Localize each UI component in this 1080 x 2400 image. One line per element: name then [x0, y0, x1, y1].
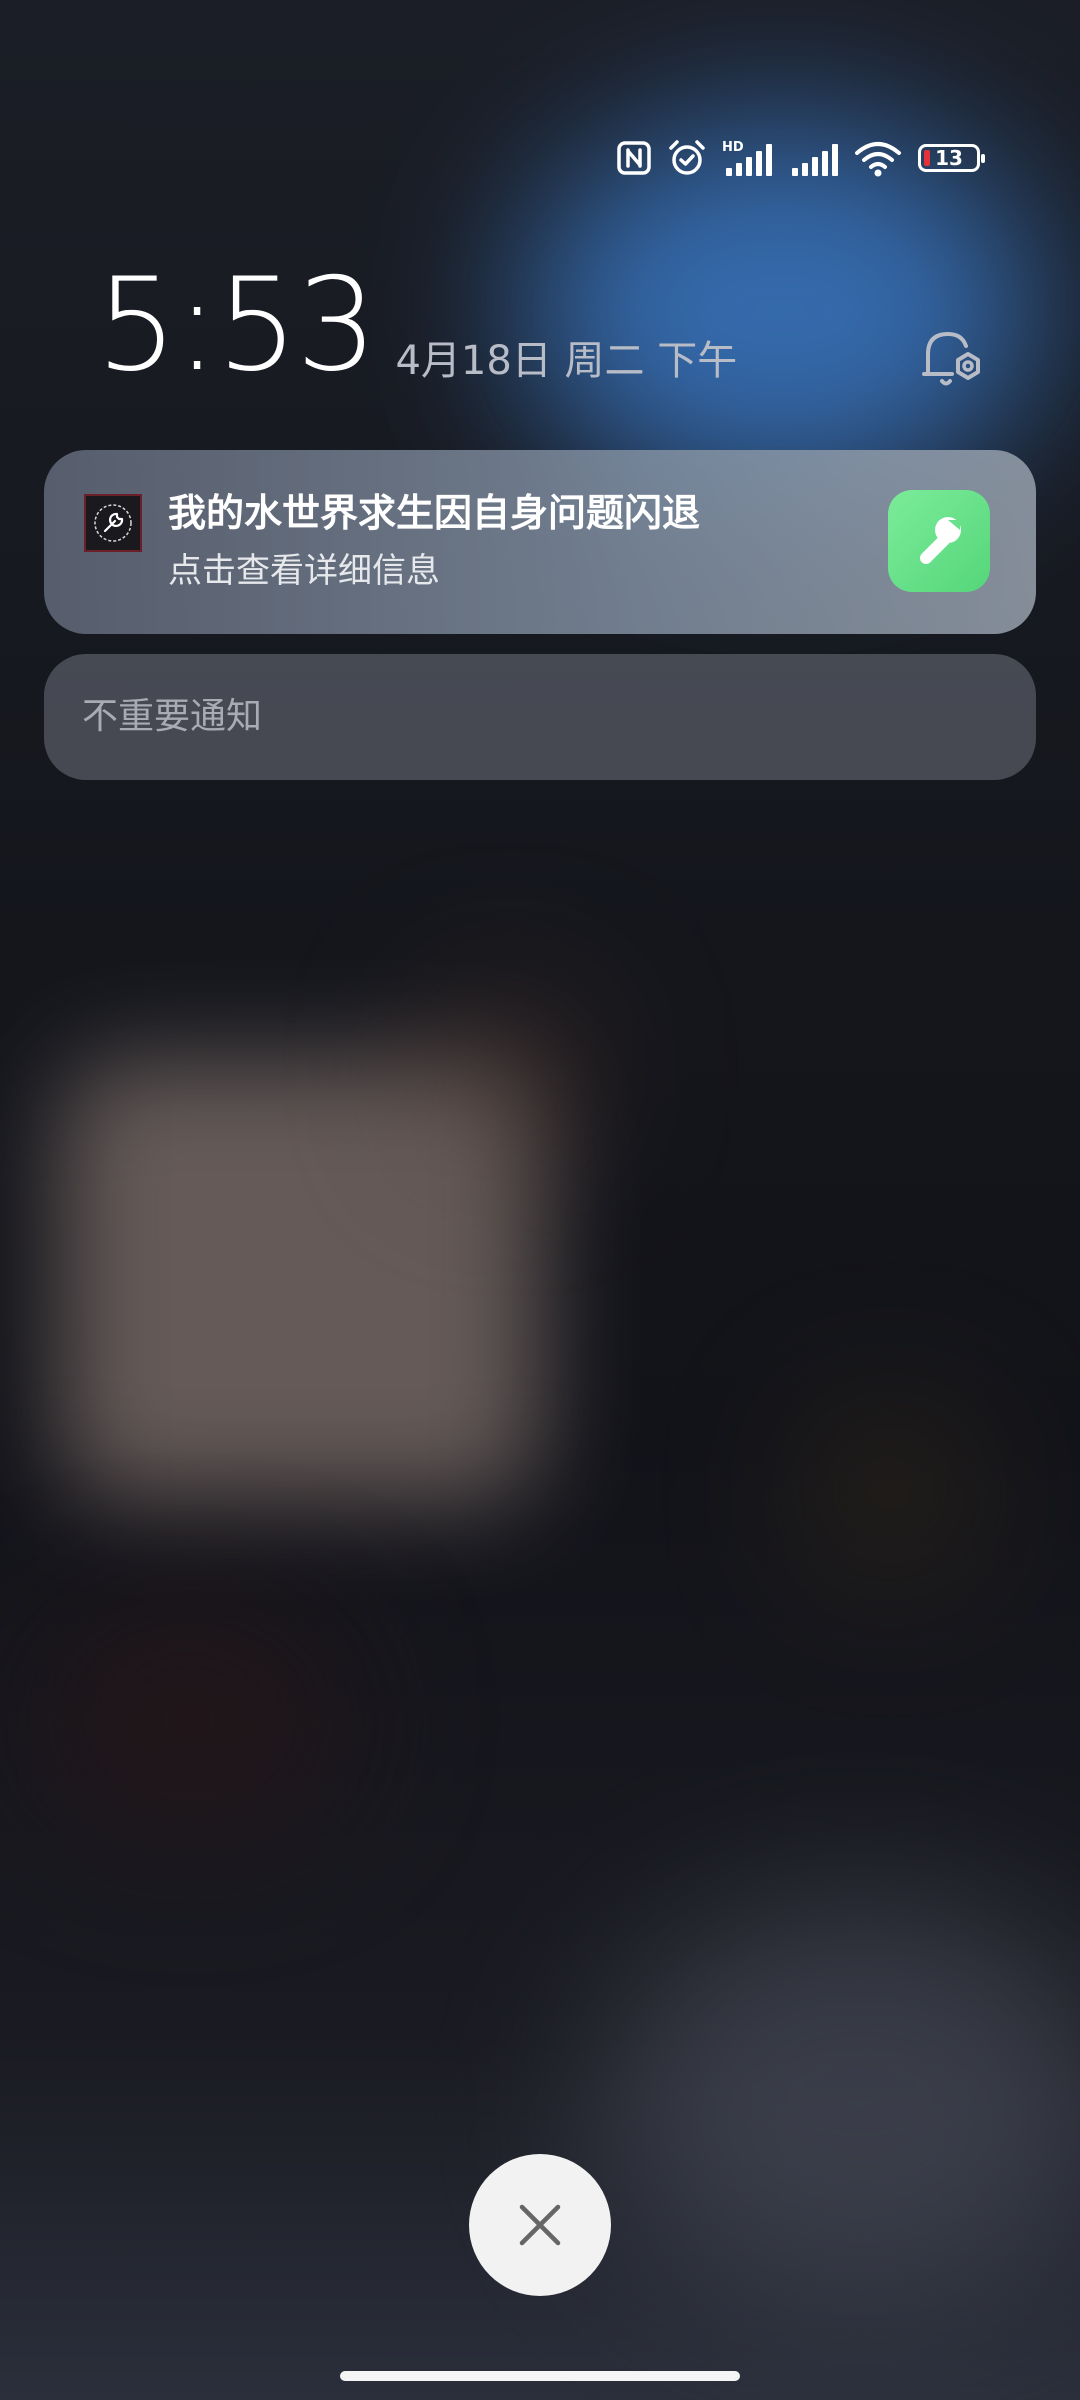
wallpaper-blur [440, 1000, 580, 1140]
battery-level: 13 [935, 146, 963, 170]
close-icon [519, 2204, 561, 2246]
notification-title: 我的水世界求生因自身问题闪退 [168, 491, 701, 535]
hd-signal-icon: HD [722, 139, 772, 177]
dismiss-all-button[interactable] [469, 2154, 611, 2296]
hd-label: HD [722, 140, 744, 155]
date-label: 4月18日 周二 下午 [395, 338, 738, 384]
clock-row: 5:53 4月18日 周二 下午 [96, 262, 737, 390]
notification-settings-icon[interactable] [918, 324, 988, 394]
wallpaper-blur [820, 1420, 960, 1560]
wrench-icon [888, 490, 990, 592]
wrench-icon [84, 494, 142, 552]
signal-icon [788, 139, 838, 177]
nfc-icon [616, 140, 652, 176]
notification-body: 点击查看详细信息 [168, 551, 440, 591]
wifi-icon [854, 139, 902, 177]
status-bar: HD 13 [616, 138, 985, 178]
wallpaper-blur [40, 1620, 340, 1820]
notification-card[interactable]: 我的水世界求生因自身问题闪退 点击查看详细信息 [44, 450, 1036, 634]
wallpaper-blur [600, 1900, 1080, 2300]
unimportant-notifications-label: 不重要通知 [82, 696, 263, 737]
battery-icon: 13 [918, 144, 985, 172]
clock[interactable]: 5:53 [96, 262, 377, 390]
unimportant-notifications-group[interactable]: 不重要通知 [44, 654, 1036, 780]
home-indicator[interactable] [340, 2371, 740, 2381]
lockscreen: HD 13 5:53 4月18日 周二 下午 我的水世界求生因自身问题闪退 点击… [0, 0, 1080, 2400]
alarm-icon [668, 139, 706, 177]
